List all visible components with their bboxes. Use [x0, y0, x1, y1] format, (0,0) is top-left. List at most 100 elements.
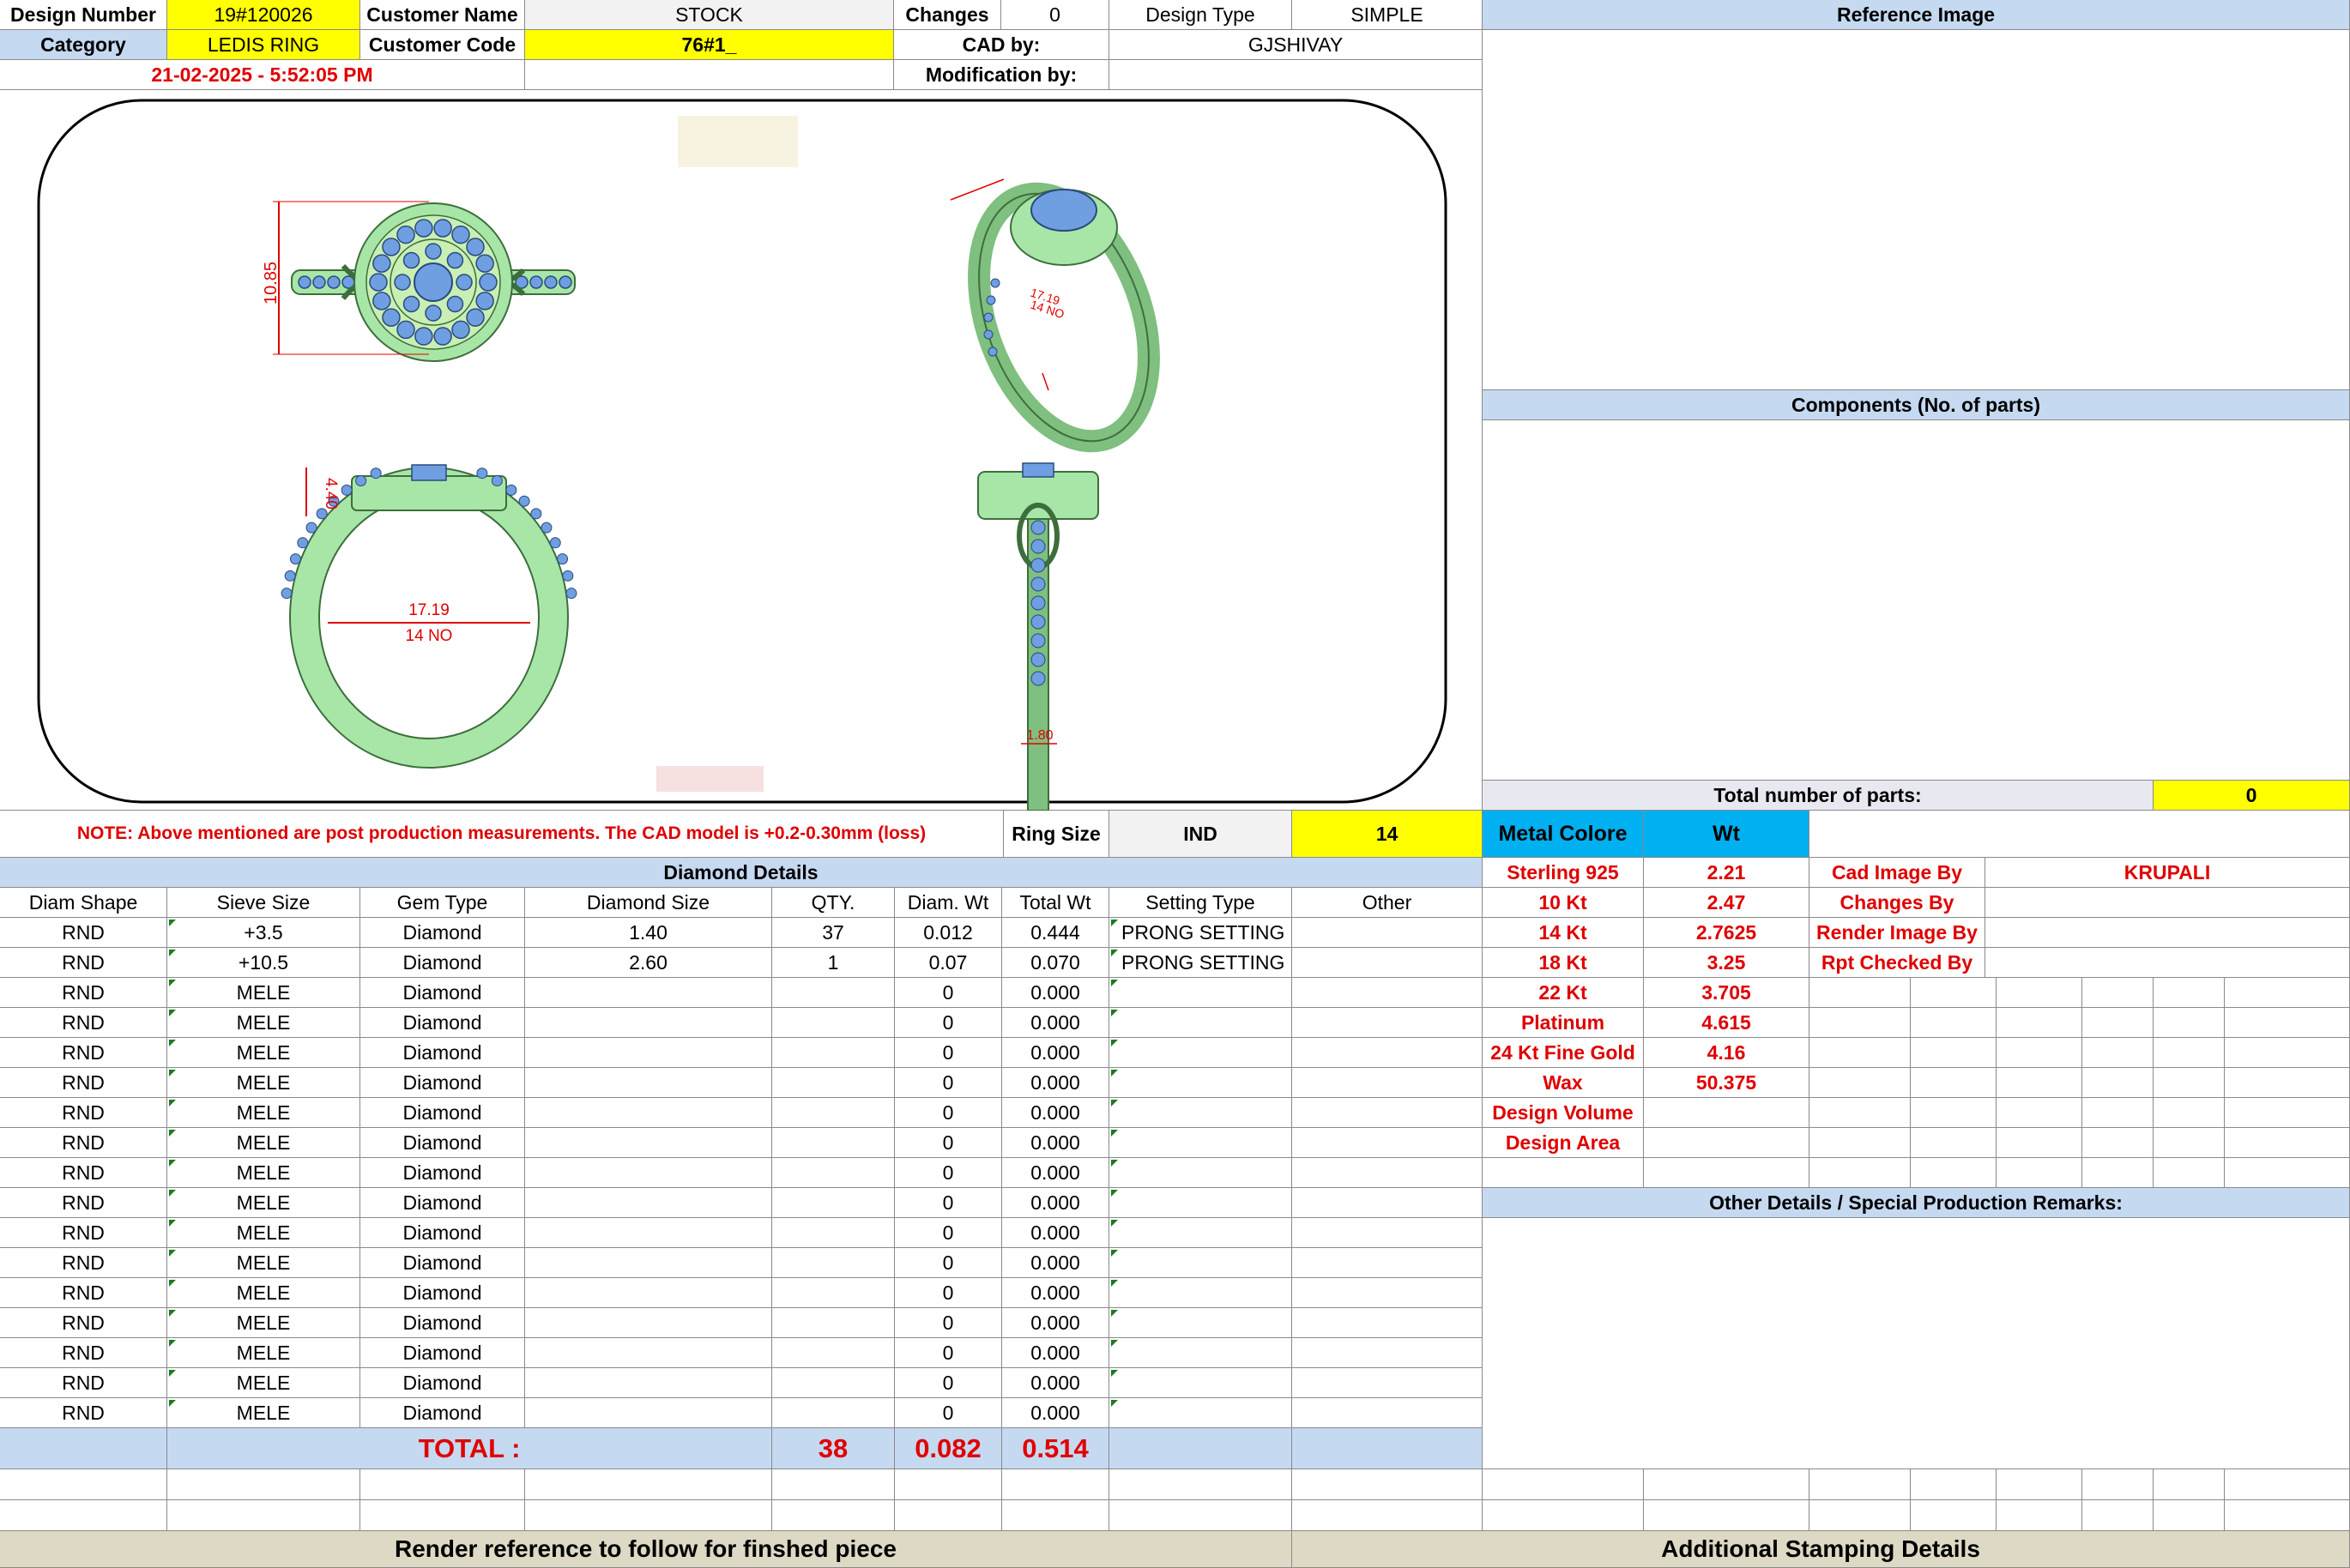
- blank-cell[interactable]: [2225, 1098, 2350, 1128]
- diam-shape-cell[interactable]: RND: [0, 1368, 167, 1398]
- setting-type-cell[interactable]: [1109, 1338, 1292, 1368]
- design-type-value[interactable]: SIMPLE: [1292, 0, 1483, 30]
- customer-name-value[interactable]: STOCK: [525, 0, 894, 30]
- blank-cell[interactable]: [2225, 1008, 2350, 1038]
- credit-value[interactable]: [1985, 948, 2350, 978]
- sieve-size-cell[interactable]: MELE: [167, 1128, 360, 1158]
- qty-cell[interactable]: 37: [772, 918, 895, 948]
- total-wt-cell[interactable]: 0.000: [1002, 1128, 1109, 1158]
- sieve-size-cell[interactable]: MELE: [167, 1398, 360, 1428]
- diam-wt-cell[interactable]: 0: [895, 1248, 1002, 1278]
- diam-wt-cell[interactable]: 0: [895, 1098, 1002, 1128]
- blank-cell[interactable]: [1809, 1038, 1911, 1068]
- gem-type-cell[interactable]: Diamond: [360, 1308, 525, 1338]
- gem-type-cell[interactable]: Diamond: [360, 1338, 525, 1368]
- gem-type-cell[interactable]: Diamond: [360, 1278, 525, 1308]
- gem-type-cell[interactable]: Diamond: [360, 1368, 525, 1398]
- diam-wt-cell[interactable]: 0: [895, 1128, 1002, 1158]
- sieve-size-cell[interactable]: MELE: [167, 1038, 360, 1068]
- blank-cell[interactable]: [2082, 1128, 2154, 1158]
- metal-weight[interactable]: 3.705: [1644, 978, 1809, 1008]
- blank-cell[interactable]: [360, 1500, 525, 1531]
- other-cell[interactable]: [1292, 1308, 1483, 1338]
- setting-type-cell[interactable]: [1109, 1308, 1292, 1338]
- sieve-size-cell[interactable]: +10.5: [167, 948, 360, 978]
- gem-type-cell[interactable]: Diamond: [360, 1158, 525, 1188]
- sieve-size-cell[interactable]: MELE: [167, 1218, 360, 1248]
- blank-cell[interactable]: [1109, 1469, 1292, 1500]
- blank-cell[interactable]: [2082, 1008, 2154, 1038]
- setting-type-cell[interactable]: [1109, 1368, 1292, 1398]
- components-area[interactable]: [1483, 420, 2350, 781]
- qty-cell[interactable]: [772, 1368, 895, 1398]
- blank-cell[interactable]: [2225, 1469, 2350, 1500]
- reference-image-area[interactable]: [1483, 30, 2350, 390]
- setting-type-cell[interactable]: [1109, 1398, 1292, 1428]
- total-wt-cell[interactable]: 0.444: [1002, 918, 1109, 948]
- qty-cell[interactable]: [772, 1278, 895, 1308]
- qty-cell[interactable]: [772, 1158, 895, 1188]
- credit-value[interactable]: [1985, 918, 2350, 948]
- diamond-size-cell[interactable]: [525, 978, 772, 1008]
- category-value[interactable]: LEDIS RING: [167, 30, 360, 60]
- metal-weight[interactable]: 50.375: [1644, 1068, 1809, 1098]
- total-wt-cell[interactable]: 0.000: [1002, 1218, 1109, 1248]
- diam-shape-cell[interactable]: RND: [0, 1218, 167, 1248]
- diam-shape-cell[interactable]: RND: [0, 1008, 167, 1038]
- sieve-size-cell[interactable]: MELE: [167, 1008, 360, 1038]
- metal-weight[interactable]: 4.16: [1644, 1038, 1809, 1068]
- diamond-size-cell[interactable]: [525, 1248, 772, 1278]
- blank-cell[interactable]: [167, 1469, 360, 1500]
- total-wt-cell[interactable]: 0.000: [1002, 1158, 1109, 1188]
- blank-cell[interactable]: [895, 1469, 1002, 1500]
- diamond-size-cell[interactable]: [525, 1338, 772, 1368]
- gem-type-cell[interactable]: Diamond: [360, 1248, 525, 1278]
- blank-cell[interactable]: [1292, 1500, 1483, 1531]
- diamond-size-cell[interactable]: [525, 1008, 772, 1038]
- total-wt-cell[interactable]: 0.000: [1002, 1188, 1109, 1218]
- blank-cell[interactable]: [2082, 1500, 2154, 1531]
- other-cell[interactable]: [1292, 1068, 1483, 1098]
- blank-cell[interactable]: [1997, 1158, 2082, 1188]
- setting-type-cell[interactable]: [1109, 978, 1292, 1008]
- diam-wt-cell[interactable]: 0: [895, 1368, 1002, 1398]
- diam-wt-cell[interactable]: 0: [895, 1068, 1002, 1098]
- diamond-size-cell[interactable]: [525, 1218, 772, 1248]
- sieve-size-cell[interactable]: MELE: [167, 1368, 360, 1398]
- other-cell[interactable]: [1292, 1158, 1483, 1188]
- blank-cell[interactable]: [2154, 1500, 2225, 1531]
- gem-type-cell[interactable]: Diamond: [360, 918, 525, 948]
- setting-type-cell[interactable]: PRONG SETTING: [1109, 918, 1292, 948]
- diamond-size-cell[interactable]: [525, 1278, 772, 1308]
- setting-type-cell[interactable]: [1109, 1038, 1292, 1068]
- changes-value[interactable]: 0: [1001, 0, 1109, 30]
- blank-cell[interactable]: [1292, 1469, 1483, 1500]
- diam-wt-cell[interactable]: 0: [895, 1398, 1002, 1428]
- other-cell[interactable]: [1292, 1188, 1483, 1218]
- other-cell[interactable]: [1292, 1128, 1483, 1158]
- total-wt-cell[interactable]: 0.000: [1002, 1278, 1109, 1308]
- diam-wt-cell[interactable]: 0: [895, 1308, 1002, 1338]
- total-wt-cell[interactable]: 0.000: [1002, 1008, 1109, 1038]
- blank-cell[interactable]: [1809, 1008, 1911, 1038]
- total-wt-cell[interactable]: 0.000: [1002, 1248, 1109, 1278]
- blank-cell[interactable]: [1911, 1469, 1997, 1500]
- blank-cell[interactable]: [525, 1500, 772, 1531]
- blank-cell[interactable]: [2154, 1008, 2225, 1038]
- diamond-size-cell[interactable]: [525, 1188, 772, 1218]
- qty-cell[interactable]: [772, 978, 895, 1008]
- diam-shape-cell[interactable]: RND: [0, 1098, 167, 1128]
- blank-cell[interactable]: [1911, 1128, 1997, 1158]
- design-number-value[interactable]: 19#120026: [167, 0, 360, 30]
- total-wt-cell[interactable]: 0.000: [1002, 1308, 1109, 1338]
- diamond-size-cell[interactable]: [525, 1098, 772, 1128]
- blank-cell[interactable]: [2225, 1128, 2350, 1158]
- sieve-size-cell[interactable]: +3.5: [167, 918, 360, 948]
- other-details-area[interactable]: [1483, 1218, 2350, 1469]
- diam-shape-cell[interactable]: RND: [0, 1038, 167, 1068]
- blank-cell[interactable]: [1483, 1500, 1644, 1531]
- setting-type-cell[interactable]: PRONG SETTING: [1109, 948, 1292, 978]
- diamond-size-cell[interactable]: [525, 1368, 772, 1398]
- blank-cell[interactable]: [1911, 1068, 1997, 1098]
- blank-cell[interactable]: [2082, 1038, 2154, 1068]
